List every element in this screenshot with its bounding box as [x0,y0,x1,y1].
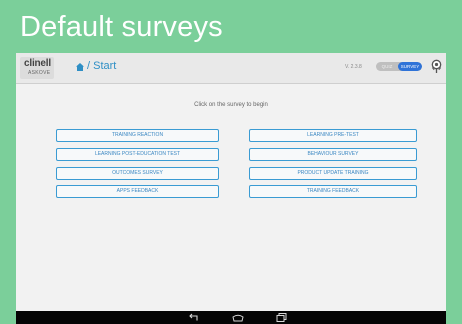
banner-title: Default surveys [20,11,223,43]
mode-toggle[interactable]: QUIZ SURVEY [376,62,422,71]
pin-icon[interactable] [430,59,443,74]
survey-button-training-reaction[interactable]: TRAINING REACTION [56,129,219,142]
breadcrumb[interactable]: / Start [87,60,116,72]
survey-button-outcomes-survey[interactable]: OUTCOMES SURVEY [56,167,219,180]
survey-button-product-update-training[interactable]: PRODUCT UPDATE TRAINING [249,167,417,180]
recent-apps-icon[interactable] [274,312,288,323]
survey-prompt: Click on the survey to begin [194,102,268,108]
app-header: clinell ASKOVE / Start V. 2.3.8 QUIZ SUR… [16,53,446,84]
app-logo: clinell ASKOVE [20,57,54,79]
survey-button-learning-post-education-test[interactable]: LEARNING POST-EDUCATION TEST [56,148,219,161]
version-label: V. 2.3.8 [345,64,362,70]
app-window: clinell ASKOVE / Start V. 2.3.8 QUIZ SUR… [16,53,446,311]
mode-option-quiz[interactable]: QUIZ [376,62,398,71]
logo-sub-text: ASKOVE [28,70,51,76]
android-nav-bar [16,311,446,324]
mode-option-survey[interactable]: SURVEY [398,62,422,71]
survey-button-training-feedback[interactable]: TRAINING FEEDBACK [249,185,417,198]
survey-button-learning-pre-test[interactable]: LEARNING PRE-TEST [249,129,417,142]
home-outline-icon[interactable] [231,312,245,323]
home-icon[interactable] [75,62,85,72]
logo-main-text: clinell [24,58,51,69]
back-icon[interactable] [187,312,199,323]
survey-button-behaviour-survey[interactable]: BEHAVIOUR SURVEY [249,148,417,161]
survey-button-apps-feedback[interactable]: APPS FEEDBACK [56,185,219,198]
